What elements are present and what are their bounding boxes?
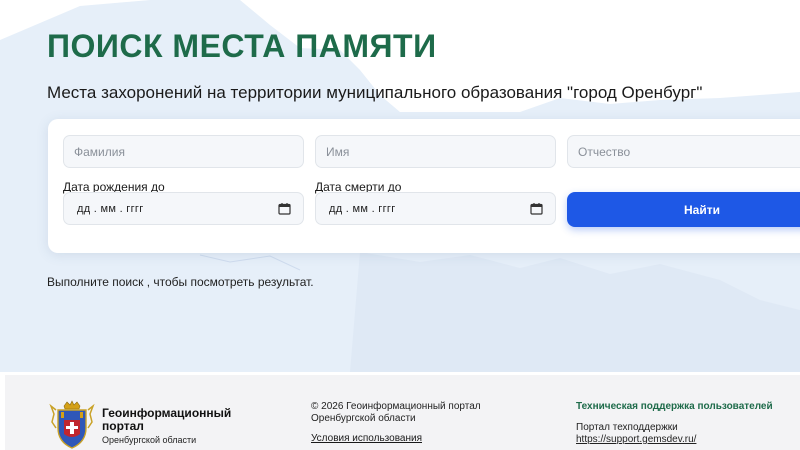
support-title: Техническая поддержка пользователей xyxy=(576,401,773,412)
page-subtitle: Места захоронений на территории муниципа… xyxy=(47,83,703,102)
terms-link[interactable]: Условия использования xyxy=(311,433,422,444)
first-name-input[interactable] xyxy=(315,135,556,168)
copyright-text: © 2026 Геоинформационный портал Оренбург… xyxy=(311,401,481,424)
footer-logo-title: Геоинформационный портал xyxy=(102,406,232,433)
coat-of-arms-icon[interactable] xyxy=(48,400,96,450)
support-portal-label: Портал техподдержки xyxy=(576,422,678,433)
calendar-icon[interactable] xyxy=(278,202,291,215)
search-button[interactable]: Найти xyxy=(567,192,800,227)
birth-date-value: дд . мм . гггг xyxy=(77,202,144,215)
death-date-input[interactable]: дд . мм . гггг xyxy=(315,192,556,225)
birth-date-input[interactable]: дд . мм . гггг xyxy=(63,192,304,225)
main-content: ПОИСК МЕСТА ПАМЯТИ Места захоронений на … xyxy=(0,0,800,372)
calendar-icon[interactable] xyxy=(530,202,543,215)
search-form-card: Дата рождения до Дата смерти до дд . мм … xyxy=(48,119,800,253)
results-hint: Выполните поиск , чтобы посмотреть резул… xyxy=(47,275,314,289)
page-title: ПОИСК МЕСТА ПАМЯТИ xyxy=(47,28,437,64)
middle-name-input[interactable] xyxy=(567,135,800,168)
footer-logo-subtitle: Оренбургской области xyxy=(102,435,197,445)
support-url-link[interactable]: https://support.gemsdev.ru/ xyxy=(576,434,696,445)
footer: Геоинформационный портал Оренбургской об… xyxy=(5,375,800,450)
death-date-value: дд . мм . гггг xyxy=(329,202,396,215)
last-name-input[interactable] xyxy=(63,135,304,168)
